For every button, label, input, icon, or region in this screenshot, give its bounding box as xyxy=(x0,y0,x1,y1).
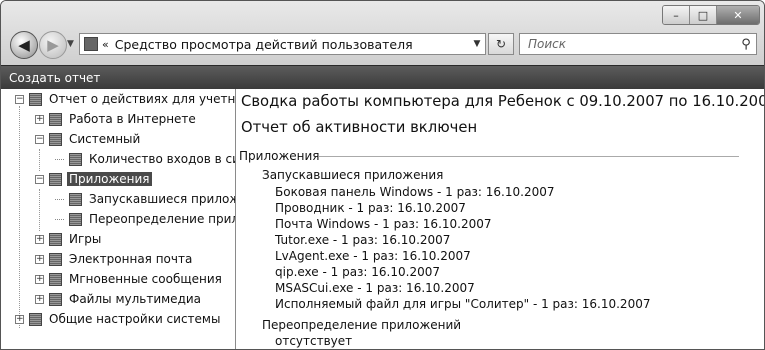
tree-guide-line xyxy=(39,189,40,231)
tree-node-label[interactable]: Переопределение приложений xyxy=(87,212,235,226)
list-item: Боковая панель Windows - 1 раз: 16.10.20… xyxy=(275,185,555,199)
tree-node-label[interactable]: Электронная почта xyxy=(67,252,194,266)
expand-icon[interactable]: + xyxy=(35,254,44,264)
report-tree: − Отчет о действиях для учетной записи Р… xyxy=(1,89,236,349)
tree-node-system[interactable]: − Системный xyxy=(35,130,142,148)
expand-icon[interactable]: + xyxy=(35,114,44,124)
tree-node-instant-messages[interactable]: + Мгновенные сообщения xyxy=(35,270,224,288)
tree-connector xyxy=(55,218,64,220)
category-icon xyxy=(49,132,62,146)
tree-node-logins[interactable]: Количество входов в систему xyxy=(55,150,235,168)
tree-node-applications[interactable]: − Приложения xyxy=(35,170,152,188)
collapse-icon[interactable]: − xyxy=(35,134,44,144)
report-content: Сводка работы компьютера для Ребенок с 0… xyxy=(237,89,764,349)
category-icon xyxy=(69,192,82,206)
list-item: qip.exe - 1 раз: 16.10.2007 xyxy=(275,265,440,279)
tree-guide-line xyxy=(19,106,20,328)
maximize-button[interactable]: □ xyxy=(689,6,716,24)
refresh-button[interactable]: ↻ xyxy=(488,33,514,55)
section-divider xyxy=(319,156,739,157)
tree-node-launched-apps[interactable]: Запускавшиеся приложения xyxy=(55,190,235,208)
report-title: Сводка работы компьютера для Ребенок с 0… xyxy=(241,93,764,110)
search-input[interactable] xyxy=(526,36,736,52)
category-icon xyxy=(49,252,62,266)
search-box[interactable]: ⚲ xyxy=(519,33,757,55)
tree-connector xyxy=(55,158,64,160)
category-icon xyxy=(49,292,62,306)
toolbar: Создать отчет xyxy=(1,65,764,89)
tree-node-games[interactable]: + Игры xyxy=(35,230,103,248)
window-controls: – □ ✕ xyxy=(662,5,760,25)
tree-node-email[interactable]: + Электронная почта xyxy=(35,250,194,268)
settings-icon xyxy=(29,312,42,326)
address-bar[interactable]: « Средство просмотра действий пользовате… xyxy=(79,33,486,55)
arrow-left-icon: ◀ xyxy=(18,36,30,54)
tree-node-media-files[interactable]: + Файлы мультимедиа xyxy=(35,290,203,308)
tree-node-report[interactable]: − Отчет о действиях для учетной записи Р… xyxy=(15,90,235,108)
activity-status: Отчет об активности включен xyxy=(241,119,478,136)
create-report-button[interactable]: Создать отчет xyxy=(9,71,100,85)
control-panel-icon xyxy=(84,37,98,51)
category-icon xyxy=(49,232,62,246)
category-icon xyxy=(69,152,82,166)
tree-connector xyxy=(55,198,64,200)
tree-node-label[interactable]: Мгновенные сообщения xyxy=(67,272,224,286)
tree-node-label[interactable]: Файлы мультимедиа xyxy=(67,292,203,306)
list-item: LvAgent.exe - 1 раз: 16.10.2007 xyxy=(275,249,471,263)
tree-guide-line xyxy=(39,149,40,171)
override-value: отсутствует xyxy=(275,334,353,348)
list-item: MSASCui.exe - 1 раз: 16.10.2007 xyxy=(275,281,475,295)
arrow-right-icon: ▶ xyxy=(47,36,59,54)
tree-node-label[interactable]: Игры xyxy=(67,232,103,246)
tree-node-general-settings[interactable]: + Общие настройки системы xyxy=(15,310,222,328)
tree-node-label[interactable]: Общие настройки системы xyxy=(47,312,222,326)
category-icon xyxy=(69,212,82,226)
expand-icon[interactable]: + xyxy=(35,274,44,284)
tree-node-label[interactable]: Отчет о действиях для учетной записи Реб… xyxy=(47,92,235,106)
address-dropdown-icon[interactable]: ▼ xyxy=(469,39,485,49)
tree-node-label[interactable]: Количество входов в систему xyxy=(87,152,235,166)
category-icon xyxy=(49,172,62,186)
search-icon[interactable]: ⚲ xyxy=(736,37,756,52)
tree-node-internet[interactable]: + Работа в Интернете xyxy=(35,110,198,128)
app-overrides-heading: Переопределение приложений xyxy=(262,318,462,332)
expand-icon[interactable]: + xyxy=(35,234,44,244)
tree-node-label[interactable]: Приложения xyxy=(67,172,152,186)
expand-icon[interactable]: + xyxy=(35,294,44,304)
list-item: Исполняемый файл для игры "Солитер" - 1 … xyxy=(275,297,651,311)
list-item: Проводник - 1 раз: 16.10.2007 xyxy=(275,201,466,215)
tree-node-app-overrides[interactable]: Переопределение приложений xyxy=(55,210,235,228)
list-item: Tutor.exe - 1 раз: 16.10.2007 xyxy=(275,233,451,247)
collapse-icon[interactable]: − xyxy=(35,174,44,184)
category-icon xyxy=(49,112,62,126)
report-icon xyxy=(29,92,42,106)
section-heading: Приложения xyxy=(239,149,320,163)
minimize-button[interactable]: – xyxy=(663,6,689,24)
list-item: Почта Windows - 1 раз: 16.10.2007 xyxy=(275,217,492,231)
launched-apps-heading: Запускавшиеся приложения xyxy=(262,168,444,182)
back-button[interactable]: ◀ xyxy=(10,31,38,59)
address-text[interactable]: Средство просмотра действий пользователя xyxy=(115,37,469,52)
collapse-icon[interactable]: − xyxy=(15,94,24,104)
navigation-bar: – □ ✕ ◀ ▶ ▼ « Средство просмотра действи… xyxy=(1,1,764,65)
close-button[interactable]: ✕ xyxy=(716,6,759,24)
recent-pages-dropdown[interactable]: ▼ xyxy=(67,39,74,49)
tree-node-label[interactable]: Работа в Интернете xyxy=(67,112,198,126)
tree-node-label[interactable]: Системный xyxy=(67,132,142,146)
tree-node-label[interactable]: Запускавшиеся приложения xyxy=(87,192,235,206)
category-icon xyxy=(49,272,62,286)
forward-button[interactable]: ▶ xyxy=(39,31,67,59)
address-chevron[interactable]: « xyxy=(102,38,109,51)
app-window: – □ ✕ ◀ ▶ ▼ « Средство просмотра действи… xyxy=(0,0,765,350)
expand-icon[interactable]: + xyxy=(15,314,24,324)
